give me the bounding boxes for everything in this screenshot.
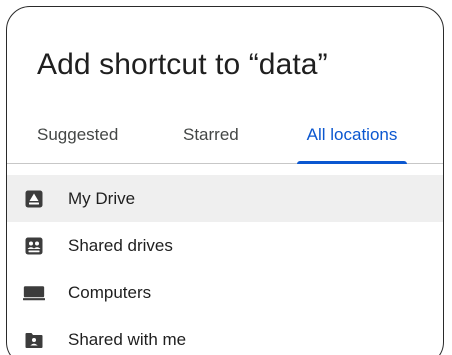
tab-all-locations[interactable]: All locations (297, 107, 407, 164)
active-tab-indicator (297, 161, 407, 164)
location-item-label: Computers (68, 282, 152, 302)
tab-starred-label: Starred (183, 125, 239, 144)
computer-icon (23, 282, 45, 304)
location-item-shared-with-me[interactable]: Shared with me (7, 316, 443, 355)
tab-starred[interactable]: Starred (183, 107, 239, 163)
location-item-computers[interactable]: Computers (7, 269, 443, 316)
location-item-label: My Drive (68, 188, 136, 208)
location-item-shared-drives[interactable]: Shared drives (7, 222, 443, 269)
dialog-title: Add shortcut to “data” (37, 48, 328, 81)
add-shortcut-dialog: Add shortcut to “data” Suggested Starred… (6, 6, 444, 355)
tab-suggested-label: Suggested (37, 125, 119, 144)
tab-all-locations-label: All locations (306, 125, 398, 144)
my-drive-icon (23, 188, 45, 210)
shared-drives-icon (23, 235, 45, 257)
location-item-label: Shared with me (68, 329, 187, 349)
location-list: My Drive Shared drives Computers Shared … (7, 175, 443, 355)
location-item-label: Shared drives (68, 235, 173, 255)
shared-with-me-icon (23, 329, 45, 351)
tab-suggested[interactable]: Suggested (37, 107, 118, 163)
location-item-my-drive[interactable]: My Drive (7, 175, 443, 222)
location-tabs: Suggested Starred All locations (7, 107, 443, 164)
